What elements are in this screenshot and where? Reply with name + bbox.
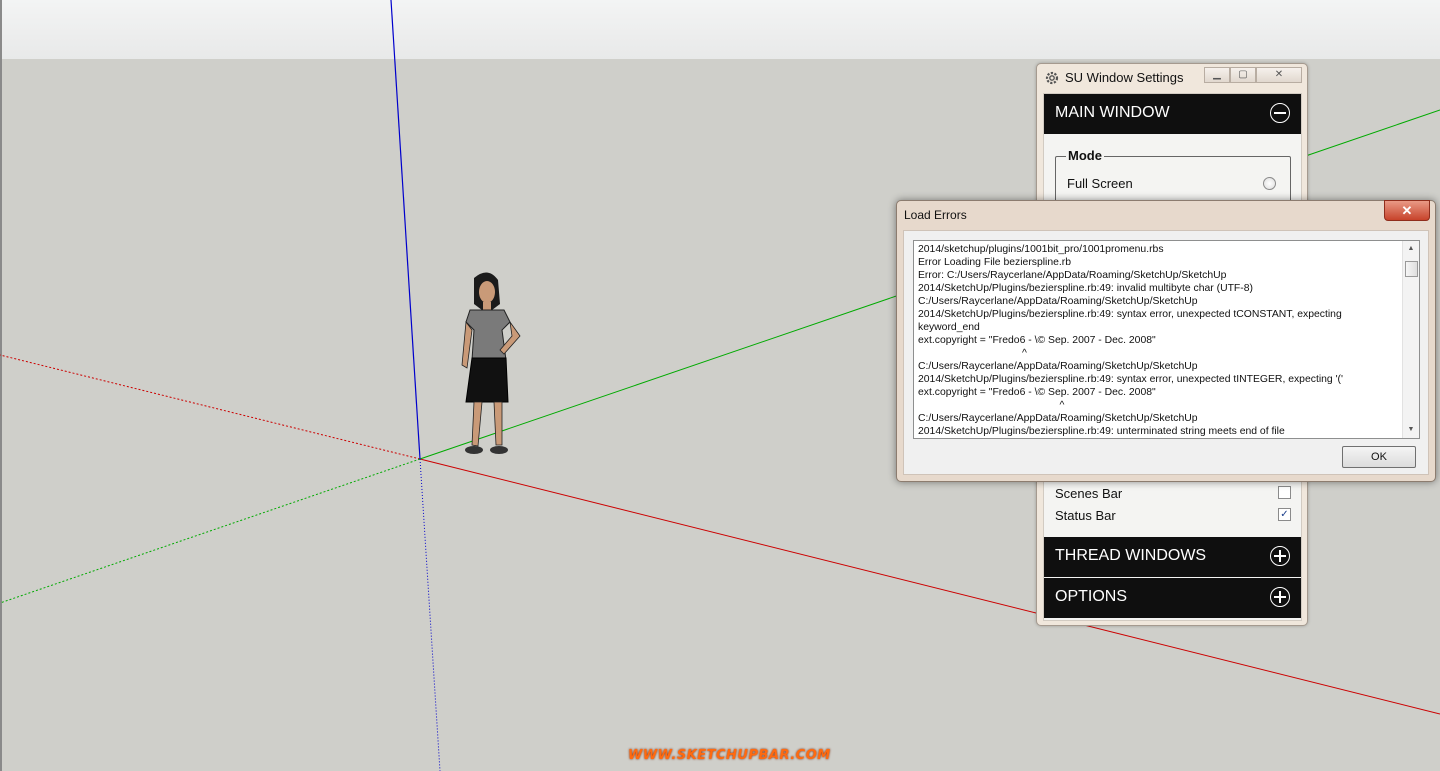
scroll-thumb[interactable] xyxy=(1405,261,1418,277)
full-screen-label: Full Screen xyxy=(1067,176,1133,191)
plus-circle-icon[interactable] xyxy=(1270,546,1290,566)
scenes-bar-checkbox[interactable] xyxy=(1278,486,1291,499)
sky xyxy=(0,0,1440,59)
gear-icon xyxy=(1045,71,1059,85)
minus-circle-icon[interactable] xyxy=(1270,103,1290,123)
settings-titlebar[interactable]: SU Window Settings ▁ ▢ ✕ xyxy=(1037,64,1307,92)
thread-windows-section-header[interactable]: THREAD WINDOWS xyxy=(1044,537,1301,577)
maximize-button[interactable]: ▢ xyxy=(1230,67,1256,83)
close-button[interactable]: ✕ xyxy=(1256,67,1302,83)
minimize-icon: ▁ xyxy=(1213,69,1221,80)
main-window-heading: MAIN WINDOW xyxy=(1055,104,1170,121)
plus-circle-icon[interactable] xyxy=(1270,587,1290,607)
scenes-bar-label: Scenes Bar xyxy=(1055,486,1123,501)
main-window-section-header[interactable]: MAIN WINDOW xyxy=(1044,94,1301,134)
status-bar-checkbox[interactable]: ✓ xyxy=(1278,508,1291,521)
options-heading: OPTIONS xyxy=(1055,588,1128,605)
status-bar-label: Status Bar xyxy=(1055,508,1116,523)
ok-button[interactable]: OK xyxy=(1342,446,1416,468)
close-icon: ✕ xyxy=(1401,202,1413,218)
scroll-up-arrow-icon[interactable]: ▲ xyxy=(1403,242,1419,256)
scroll-down-arrow-icon[interactable]: ▼ xyxy=(1403,423,1419,437)
maximize-icon: ▢ xyxy=(1238,69,1248,80)
settings-title: SU Window Settings xyxy=(1065,70,1184,85)
thread-windows-heading: THREAD WINDOWS xyxy=(1055,547,1207,564)
dialog-close-button[interactable]: ✕ xyxy=(1384,200,1430,221)
close-icon: ✕ xyxy=(1274,69,1284,80)
minimize-button[interactable]: ▁ xyxy=(1204,67,1230,83)
error-log-scrollbar[interactable]: ▲ ▼ xyxy=(1402,241,1419,438)
watermark-logo: WWW.SKETCHUPBAR.COM xyxy=(628,748,831,763)
options-section-header[interactable]: OPTIONS xyxy=(1044,578,1301,618)
full-screen-radio[interactable] xyxy=(1263,177,1276,190)
error-log-text: 2014/sketchup/plugins/1001bit_pro/1001pr… xyxy=(918,244,1344,437)
load-errors-dialog[interactable]: Load Errors ✕ 2014/sketchup/plugins/1001… xyxy=(896,200,1436,482)
mode-legend: Mode xyxy=(1066,148,1104,163)
load-errors-title: Load Errors xyxy=(904,208,967,222)
scale-figure xyxy=(461,272,521,454)
error-log-textbox[interactable]: 2014/sketchup/plugins/1001bit_pro/1001pr… xyxy=(913,240,1420,439)
load-errors-body: 2014/sketchup/plugins/1001bit_pro/1001pr… xyxy=(903,230,1429,475)
